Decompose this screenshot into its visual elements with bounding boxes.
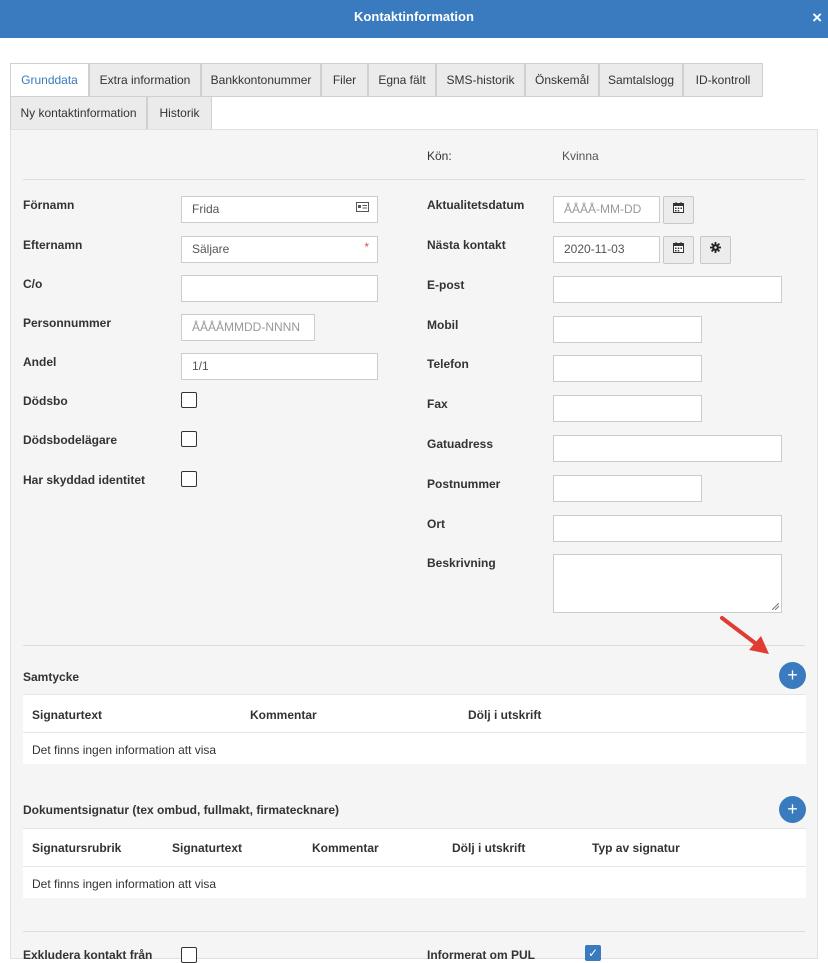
fax-field[interactable] (553, 395, 702, 422)
grunddata-panel: Kön: Kvinna Förnamn Frida Efternamn Sälj… (10, 129, 818, 963)
aktualitetsdatum-field[interactable]: ÅÅÅÅ-MM-DD (553, 196, 660, 223)
empty-table-message: Det finns ingen information att visa (32, 877, 217, 891)
tab-historik[interactable]: Historik (147, 96, 212, 130)
beskrivning-label: Beskrivning (427, 556, 496, 570)
column-header[interactable]: Kommentar (250, 708, 317, 722)
dokumentsignatur-table: Signatursrubrik Signaturtext Kommentar D… (23, 828, 806, 898)
lastname-field[interactable]: Säljare * (181, 236, 378, 263)
mobil-label: Mobil (427, 318, 459, 332)
plus-icon: + (787, 665, 798, 685)
mobil-field[interactable] (553, 316, 702, 343)
informerat-pul-checkbox[interactable]: ✓ (585, 945, 601, 961)
calendar-icon (673, 202, 684, 216)
personnummer-label: Personnummer (23, 316, 112, 330)
plus-icon: + (787, 799, 798, 819)
gender-label: Kön: (427, 149, 452, 163)
divider (23, 179, 805, 180)
co-label: C/o (23, 277, 43, 291)
co-field[interactable] (181, 275, 378, 302)
nasta-kontakt-value: 2020-11-03 (564, 242, 625, 256)
gear-icon (710, 242, 721, 256)
epost-field[interactable] (553, 276, 782, 303)
settings-button[interactable] (700, 236, 731, 264)
firstname-value: Frida (192, 202, 220, 216)
fax-label: Fax (427, 397, 448, 411)
table-row-divider (23, 866, 806, 867)
close-icon[interactable]: × (812, 9, 822, 26)
exkludera-label: Exkludera kontakt från (23, 948, 153, 962)
calendar-button[interactable] (663, 196, 694, 224)
skyddad-identitet-label: Har skyddad identitet (23, 473, 146, 487)
calendar-icon (673, 242, 684, 256)
tab-bankkontonummer[interactable]: Bankkontonummer (201, 63, 321, 97)
annotation-arrow-icon (720, 616, 769, 654)
empty-table-message: Det finns ingen information att visa (32, 743, 217, 757)
modal-title-bar: Kontaktinformation × (0, 0, 828, 38)
tab-sms-historik[interactable]: SMS-historik (436, 63, 525, 97)
gatuadress-label: Gatuadress (427, 437, 494, 451)
tab-egna-falt[interactable]: Egna fält (368, 63, 436, 97)
nasta-kontakt-field[interactable]: 2020-11-03 (553, 236, 660, 263)
checkmark-icon: ✓ (587, 946, 599, 960)
add-samtycke-button[interactable]: + (779, 662, 806, 689)
lastname-value: Säljare (192, 242, 230, 256)
beskrivning-textarea[interactable] (553, 554, 782, 613)
firstname-label: Förnamn (23, 198, 75, 212)
dodsbodelagare-label: Dödsbodelägare (23, 433, 118, 447)
column-header[interactable]: Kommentar (312, 841, 379, 855)
column-header[interactable]: Signatursrubrik (32, 841, 121, 855)
andel-field[interactable]: 1/1 (181, 353, 378, 380)
tab-id-kontroll[interactable]: ID-kontroll (683, 63, 763, 97)
divider (23, 645, 805, 646)
aktualitetsdatum-placeholder: ÅÅÅÅ-MM-DD (564, 202, 642, 216)
postnummer-label: Postnummer (427, 477, 501, 491)
skyddad-identitet-checkbox[interactable] (181, 471, 197, 487)
modal-title: Kontaktinformation (354, 9, 474, 24)
dodsbo-label: Dödsbo (23, 394, 68, 408)
informerat-pul-label: Informerat om PUL (427, 948, 536, 962)
ort-label: Ort (427, 517, 445, 531)
divider (23, 931, 805, 932)
gatuadress-field[interactable] (553, 435, 782, 462)
samtycke-title: Samtycke (23, 670, 80, 684)
firstname-field[interactable]: Frida (181, 196, 378, 223)
tab-extra-information[interactable]: Extra information (89, 63, 201, 97)
tab-onskemal[interactable]: Önskemål (525, 63, 599, 97)
calendar-button[interactable] (663, 236, 694, 264)
postnummer-field[interactable] (553, 475, 702, 502)
dokumentsignatur-title: Dokumentsignatur (tex ombud, fullmakt, f… (23, 803, 340, 817)
nasta-kontakt-label: Nästa kontakt (427, 238, 506, 252)
ort-field[interactable] (553, 515, 782, 542)
personnummer-placeholder: ÅÅÅÅMMDD-NNNN (192, 320, 300, 334)
samtycke-table: Signaturtext Kommentar Dölj i utskrift D… (23, 694, 806, 764)
column-header[interactable]: Typ av signatur (592, 841, 680, 855)
aktualitetsdatum-label: Aktualitetsdatum (427, 198, 525, 212)
dodsbo-checkbox[interactable] (181, 392, 197, 408)
required-marker: * (364, 240, 369, 254)
column-header[interactable]: Signaturtext (32, 708, 102, 722)
telefon-label: Telefon (427, 357, 469, 371)
table-row-divider (23, 732, 806, 733)
lastname-label: Efternamn (23, 238, 83, 252)
telefon-field[interactable] (553, 355, 702, 382)
gender-value: Kvinna (562, 149, 599, 163)
andel-label: Andel (23, 355, 57, 369)
column-header[interactable]: Dölj i utskrift (452, 841, 525, 855)
tab-grunddata[interactable]: Grunddata (10, 63, 89, 97)
tab-filer[interactable]: Filer (321, 63, 368, 97)
tab-ny-kontaktinformation[interactable]: Ny kontaktinformation (10, 96, 147, 130)
column-header[interactable]: Signaturtext (172, 841, 242, 855)
personnummer-field[interactable]: ÅÅÅÅMMDD-NNNN (181, 314, 315, 341)
tab-samtalslogg[interactable]: Samtalslogg (599, 63, 683, 97)
id-card-icon[interactable] (356, 202, 369, 216)
exkludera-checkbox[interactable] (181, 947, 197, 963)
add-dokumentsignatur-button[interactable]: + (779, 796, 806, 823)
column-header[interactable]: Dölj i utskrift (468, 708, 541, 722)
dodsbodelagare-checkbox[interactable] (181, 431, 197, 447)
epost-label: E-post (427, 278, 465, 292)
andel-value: 1/1 (192, 359, 209, 373)
